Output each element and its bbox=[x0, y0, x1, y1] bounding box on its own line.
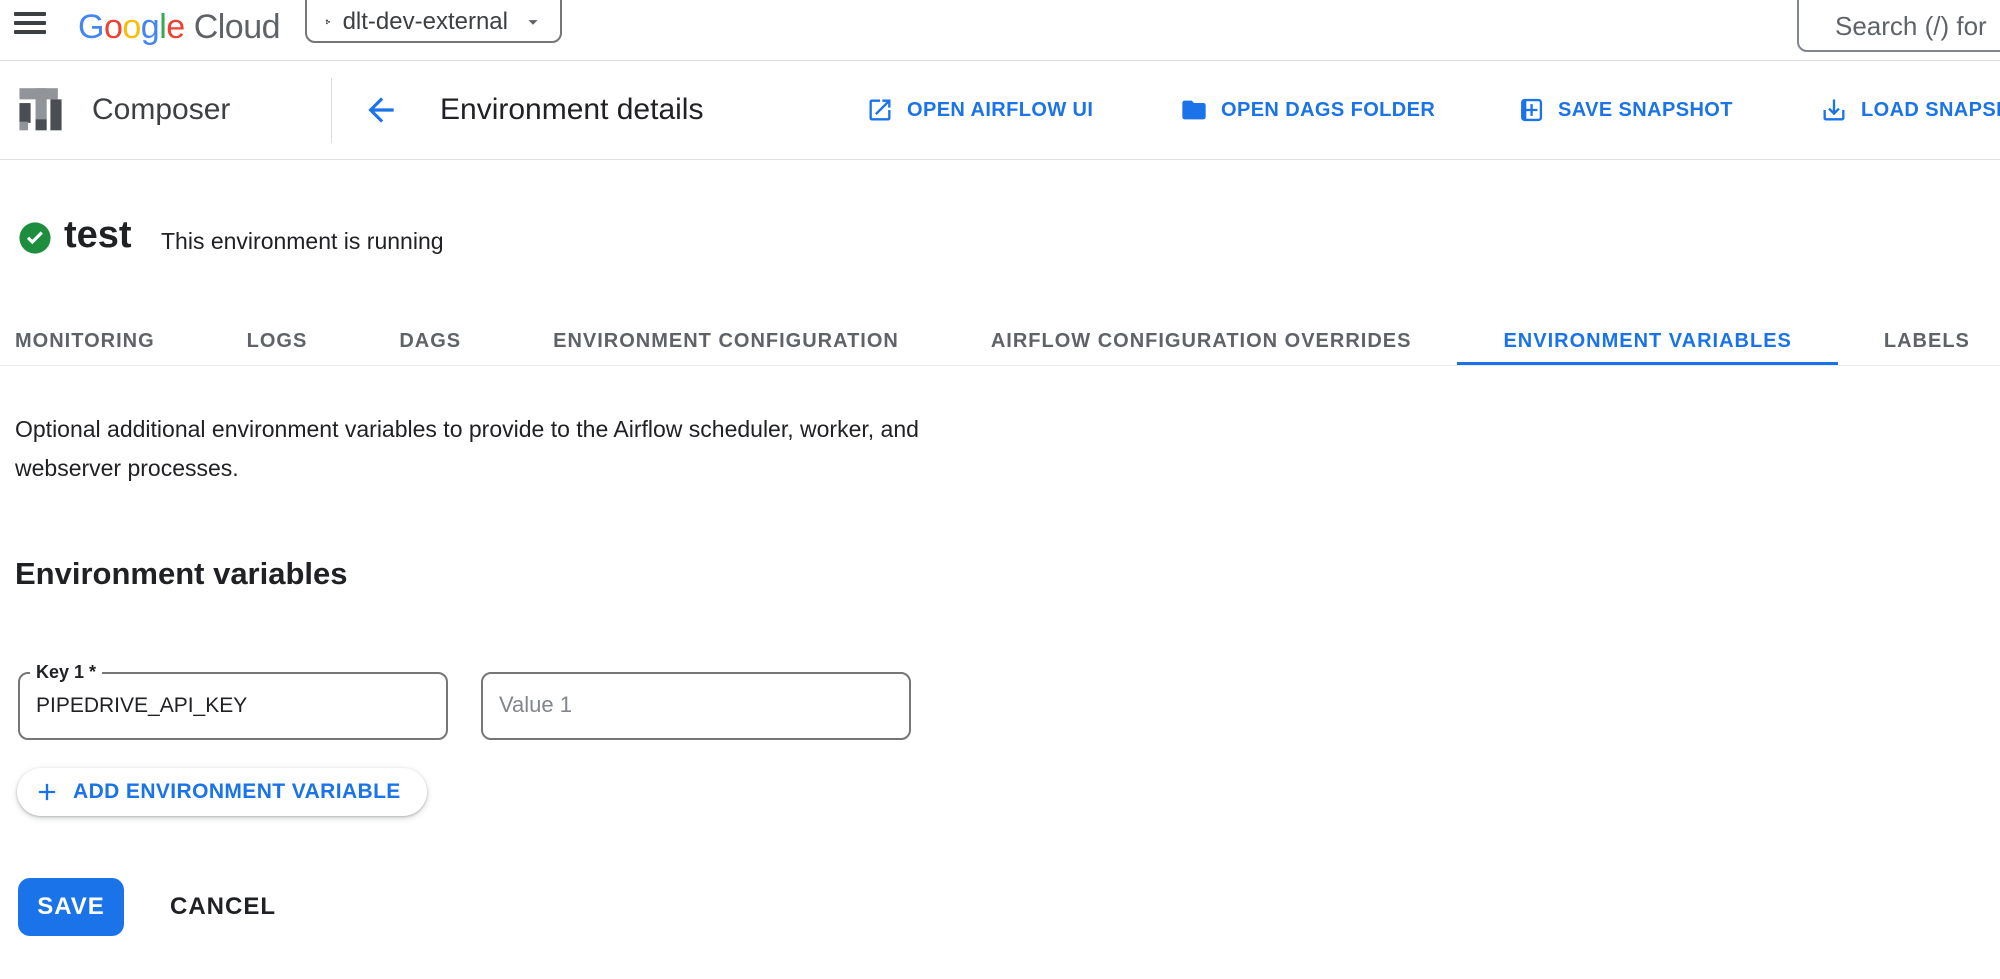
google-cloud-logo: GoogleCloud bbox=[78, 8, 280, 47]
logo-letter: G bbox=[78, 8, 104, 46]
tab-logs[interactable]: LOGS bbox=[201, 300, 354, 366]
tab-airflow-configuration-overrides[interactable]: AIRFLOW CONFIGURATION OVERRIDES bbox=[945, 300, 1458, 366]
download-icon bbox=[1820, 96, 1848, 124]
env-var-key-field: Key 1 * bbox=[18, 672, 448, 740]
env-var-value-field bbox=[481, 672, 911, 740]
open-dags-folder-button[interactable]: OPEN DAGS FOLDER bbox=[1180, 96, 1435, 124]
tab-monitoring[interactable]: MONITORING bbox=[0, 300, 201, 366]
tab-environment-configuration[interactable]: ENVIRONMENT CONFIGURATION bbox=[507, 300, 945, 366]
load-snapshot-button[interactable]: LOAD SNAPSHOT bbox=[1820, 96, 2000, 124]
save-button[interactable]: SAVE bbox=[18, 878, 124, 936]
search-input[interactable] bbox=[1799, 11, 2000, 42]
menu-icon[interactable] bbox=[14, 12, 48, 42]
tab-bar: MONITORING LOGS DAGS ENVIRONMENT CONFIGU… bbox=[0, 300, 2000, 366]
back-button[interactable] bbox=[362, 91, 400, 129]
save-snapshot-button[interactable]: SAVE SNAPSHOT bbox=[1517, 96, 1733, 124]
open-airflow-ui-button[interactable]: OPEN AIRFLOW UI bbox=[866, 96, 1093, 124]
action-label: SAVE SNAPSHOT bbox=[1558, 99, 1733, 122]
environment-status-text: This environment is running bbox=[161, 226, 444, 256]
action-label: LOAD SNAPSHOT bbox=[1861, 99, 2000, 122]
value-input[interactable] bbox=[483, 674, 909, 738]
project-hexagons-icon bbox=[325, 7, 331, 37]
arrow-back-icon bbox=[362, 91, 400, 129]
section-title: Environment variables bbox=[15, 556, 348, 592]
logo-cloud-text: Cloud bbox=[194, 8, 280, 46]
add-button-label: ADD ENVIRONMENT VARIABLE bbox=[73, 780, 401, 804]
add-environment-variable-button[interactable]: ADD ENVIRONMENT VARIABLE bbox=[17, 768, 427, 816]
top-navigation-bar: GoogleCloud dlt-dev-external bbox=[0, 0, 2000, 61]
tab-environment-variables[interactable]: ENVIRONMENT VARIABLES bbox=[1457, 300, 1837, 366]
plus-icon bbox=[33, 778, 61, 806]
folder-icon bbox=[1180, 96, 1208, 124]
logo-letter: o bbox=[122, 8, 140, 46]
key-field-label: Key 1 * bbox=[30, 662, 102, 682]
tab-description: Optional additional environment variable… bbox=[15, 410, 1025, 488]
logo-letter: g bbox=[141, 8, 159, 46]
open-in-new-icon bbox=[866, 96, 894, 124]
tab-bar-divider bbox=[0, 365, 2000, 366]
action-label: OPEN DAGS FOLDER bbox=[1221, 99, 1435, 122]
project-selector[interactable]: dlt-dev-external bbox=[305, 0, 562, 43]
action-label: OPEN AIRFLOW UI bbox=[907, 99, 1093, 122]
page-title: Environment details bbox=[440, 93, 703, 127]
search-bar bbox=[1797, 0, 2000, 52]
key-input[interactable] bbox=[20, 674, 446, 738]
environment-name: test bbox=[64, 214, 132, 256]
project-name: dlt-dev-external bbox=[343, 8, 508, 36]
chevron-down-icon bbox=[522, 11, 544, 33]
logo-letter: o bbox=[104, 8, 122, 46]
logo-letter: e bbox=[166, 8, 184, 46]
check-circle-icon bbox=[18, 221, 52, 255]
product-name: Composer bbox=[92, 93, 230, 127]
composer-logo-icon bbox=[12, 82, 69, 139]
save-snapshot-icon bbox=[1517, 96, 1545, 124]
tab-dags[interactable]: DAGS bbox=[353, 300, 507, 366]
page-header: Composer Environment details OPEN AIRFLO… bbox=[0, 61, 2000, 160]
cancel-button[interactable]: CANCEL bbox=[152, 878, 294, 936]
divider bbox=[331, 78, 332, 143]
tab-labels[interactable]: LABELS bbox=[1838, 300, 2000, 366]
